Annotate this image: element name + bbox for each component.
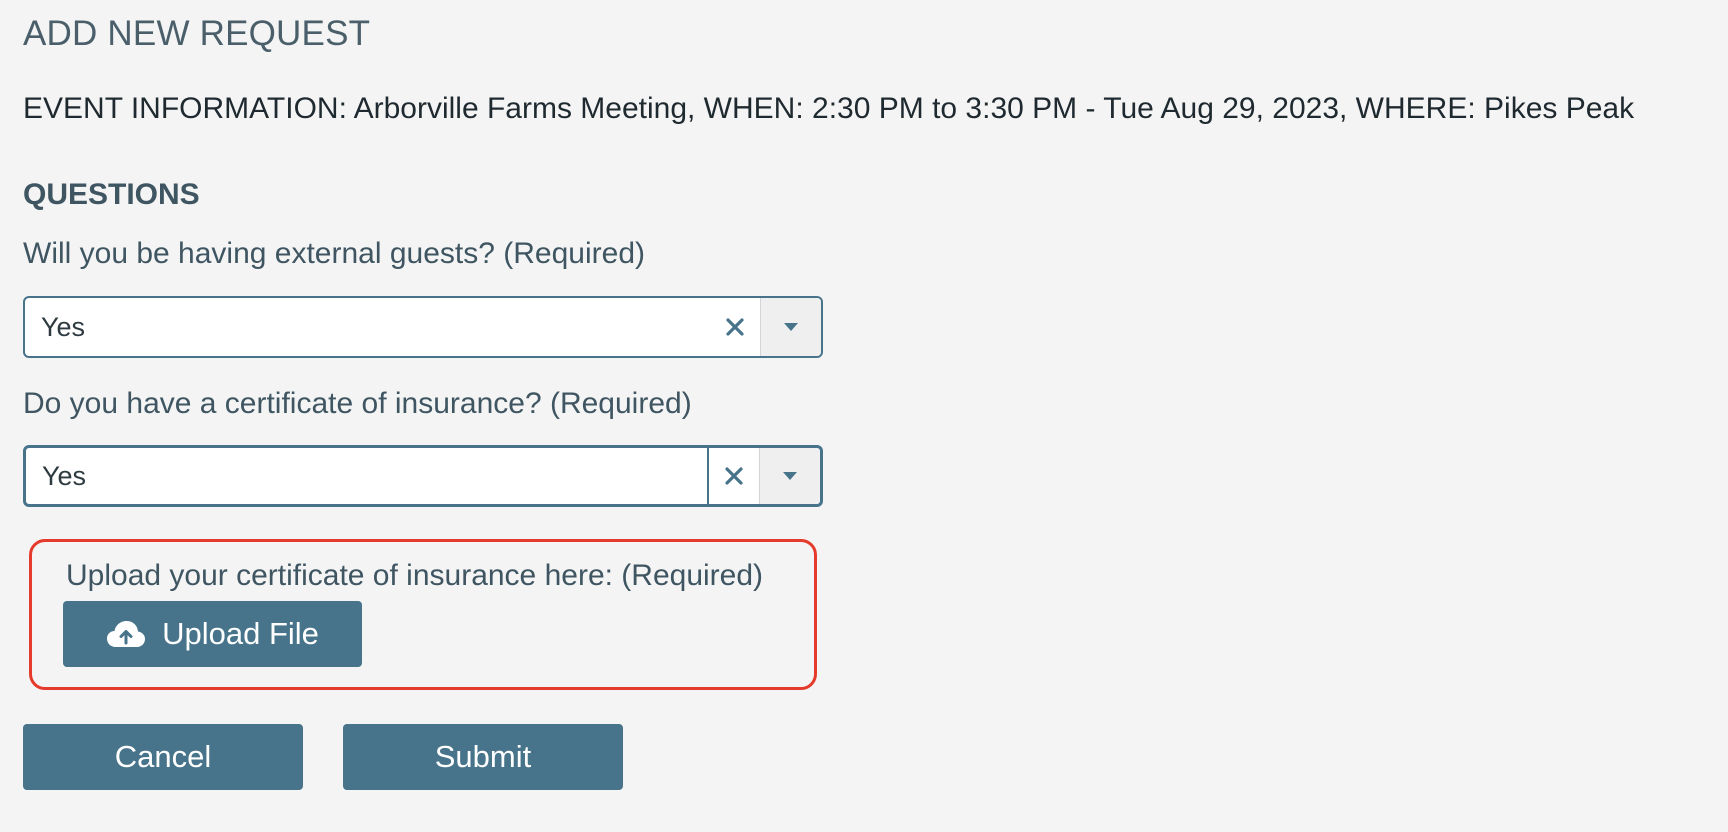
cancel-button[interactable]: Cancel <box>23 724 303 790</box>
submit-button[interactable]: Submit <box>343 724 623 790</box>
questions-heading: QUESTIONS <box>23 178 200 211</box>
cloud-upload-icon <box>107 621 146 647</box>
upload-file-button[interactable]: Upload File <box>63 601 362 667</box>
upload-certificate-section: Upload your certificate of insurance her… <box>29 539 817 690</box>
close-icon <box>725 467 743 485</box>
insurance-certificate-dropdown-toggle[interactable] <box>759 448 820 504</box>
upload-certificate-label: Upload your certificate of insurance her… <box>66 559 764 592</box>
add-request-page: ADD NEW REQUEST EVENT INFORMATION: Arbor… <box>0 0 1728 832</box>
external-guests-question-label: Will you be having external guests? (Req… <box>23 237 645 270</box>
external-guests-clear-button[interactable] <box>710 298 760 356</box>
event-information: EVENT INFORMATION: Arborville Farms Meet… <box>23 92 1635 125</box>
upload-file-button-label: Upload File <box>162 616 319 651</box>
insurance-certificate-select[interactable]: Yes <box>23 445 823 507</box>
close-icon <box>726 318 744 336</box>
external-guests-selected-value[interactable]: Yes <box>25 298 710 356</box>
insurance-certificate-clear-button[interactable] <box>707 448 759 504</box>
page-title: ADD NEW REQUEST <box>23 14 371 53</box>
insurance-certificate-question-label: Do you have a certificate of insurance? … <box>23 387 692 420</box>
external-guests-select[interactable]: Yes <box>23 296 823 358</box>
caret-down-icon <box>783 472 797 480</box>
insurance-certificate-selected-value[interactable]: Yes <box>26 448 707 504</box>
caret-down-icon <box>784 323 798 331</box>
external-guests-dropdown-toggle[interactable] <box>760 298 821 356</box>
